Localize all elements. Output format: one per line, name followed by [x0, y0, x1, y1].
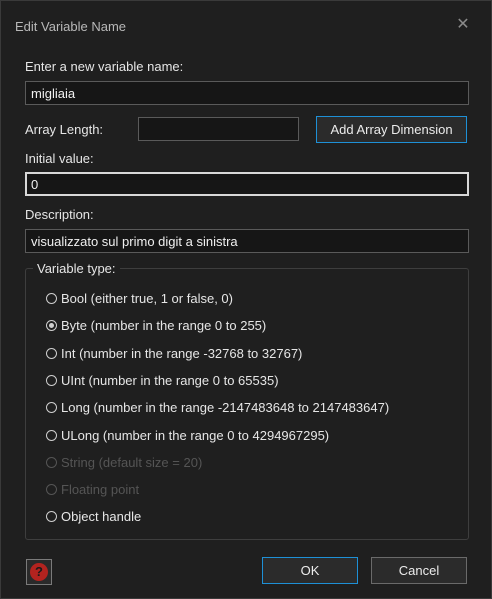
cancel-button[interactable]: Cancel: [371, 557, 467, 584]
variable-type-option[interactable]: Byte (number in the range 0 to 255): [46, 316, 266, 334]
variable-type-option[interactable]: Long (number in the range -2147483648 to…: [46, 398, 389, 416]
add-array-dimension-button[interactable]: Add Array Dimension: [316, 116, 467, 143]
radio-button-icon[interactable]: [46, 319, 57, 331]
close-icon[interactable]: ✕: [455, 17, 471, 33]
array-length-input[interactable]: [138, 117, 299, 141]
radio-button-icon[interactable]: [46, 347, 57, 359]
variable-type-option-label: Int (number in the range -32768 to 32767…: [61, 345, 303, 361]
variable-type-option[interactable]: Bool (either true, 1 or false, 0): [46, 289, 233, 307]
variable-name-input[interactable]: [25, 81, 469, 105]
radio-button-icon[interactable]: [46, 510, 57, 522]
radio-button-icon[interactable]: [46, 429, 57, 441]
variable-type-option-label: Bool (either true, 1 or false, 0): [61, 290, 233, 306]
variable-type-option-label: String (default size = 20): [61, 454, 203, 470]
radio-button-icon: [46, 483, 57, 495]
title-bar: Edit Variable Name ✕: [1, 1, 491, 53]
variable-type-option[interactable]: Object handle: [46, 507, 141, 525]
variable-type-option[interactable]: UInt (number in the range 0 to 65535): [46, 371, 279, 389]
description-label: Description:: [25, 207, 94, 222]
variable-type-option[interactable]: Int (number in the range -32768 to 32767…: [46, 344, 302, 362]
array-length-label: Array Length:: [25, 122, 104, 137]
variable-type-option: Floating point: [46, 480, 139, 498]
window-title: Edit Variable Name: [15, 19, 127, 34]
variable-type-option-label: Long (number in the range -2147483648 to…: [61, 399, 390, 415]
help-icon: ?: [30, 563, 48, 581]
variable-type-option-label: Byte (number in the range 0 to 255): [61, 317, 267, 333]
initial-value-label: Initial value:: [25, 151, 94, 166]
radio-button-icon[interactable]: [46, 374, 57, 386]
variable-type-option[interactable]: ULong (number in the range 0 to 42949672…: [46, 426, 329, 444]
description-input[interactable]: [25, 229, 469, 253]
ok-button[interactable]: OK: [262, 557, 358, 584]
variable-name-label: Enter a new variable name:: [25, 59, 184, 74]
radio-button-icon[interactable]: [46, 292, 57, 304]
variable-type-option: String (default size = 20): [46, 453, 202, 471]
variable-type-option-label: ULong (number in the range 0 to 42949672…: [61, 427, 330, 443]
initial-value-input[interactable]: [25, 172, 469, 196]
variable-type-option-label: UInt (number in the range 0 to 65535): [61, 372, 279, 388]
radio-button-icon[interactable]: [46, 401, 57, 413]
help-button[interactable]: ?: [26, 559, 52, 585]
variable-type-option-label: Object handle: [61, 508, 142, 524]
variable-type-option-label: Floating point: [61, 481, 140, 497]
edit-variable-dialog: Edit Variable Name ✕ Enter a new variabl…: [0, 0, 492, 599]
variable-type-legend: Variable type:: [33, 261, 120, 276]
radio-button-icon: [46, 456, 57, 468]
